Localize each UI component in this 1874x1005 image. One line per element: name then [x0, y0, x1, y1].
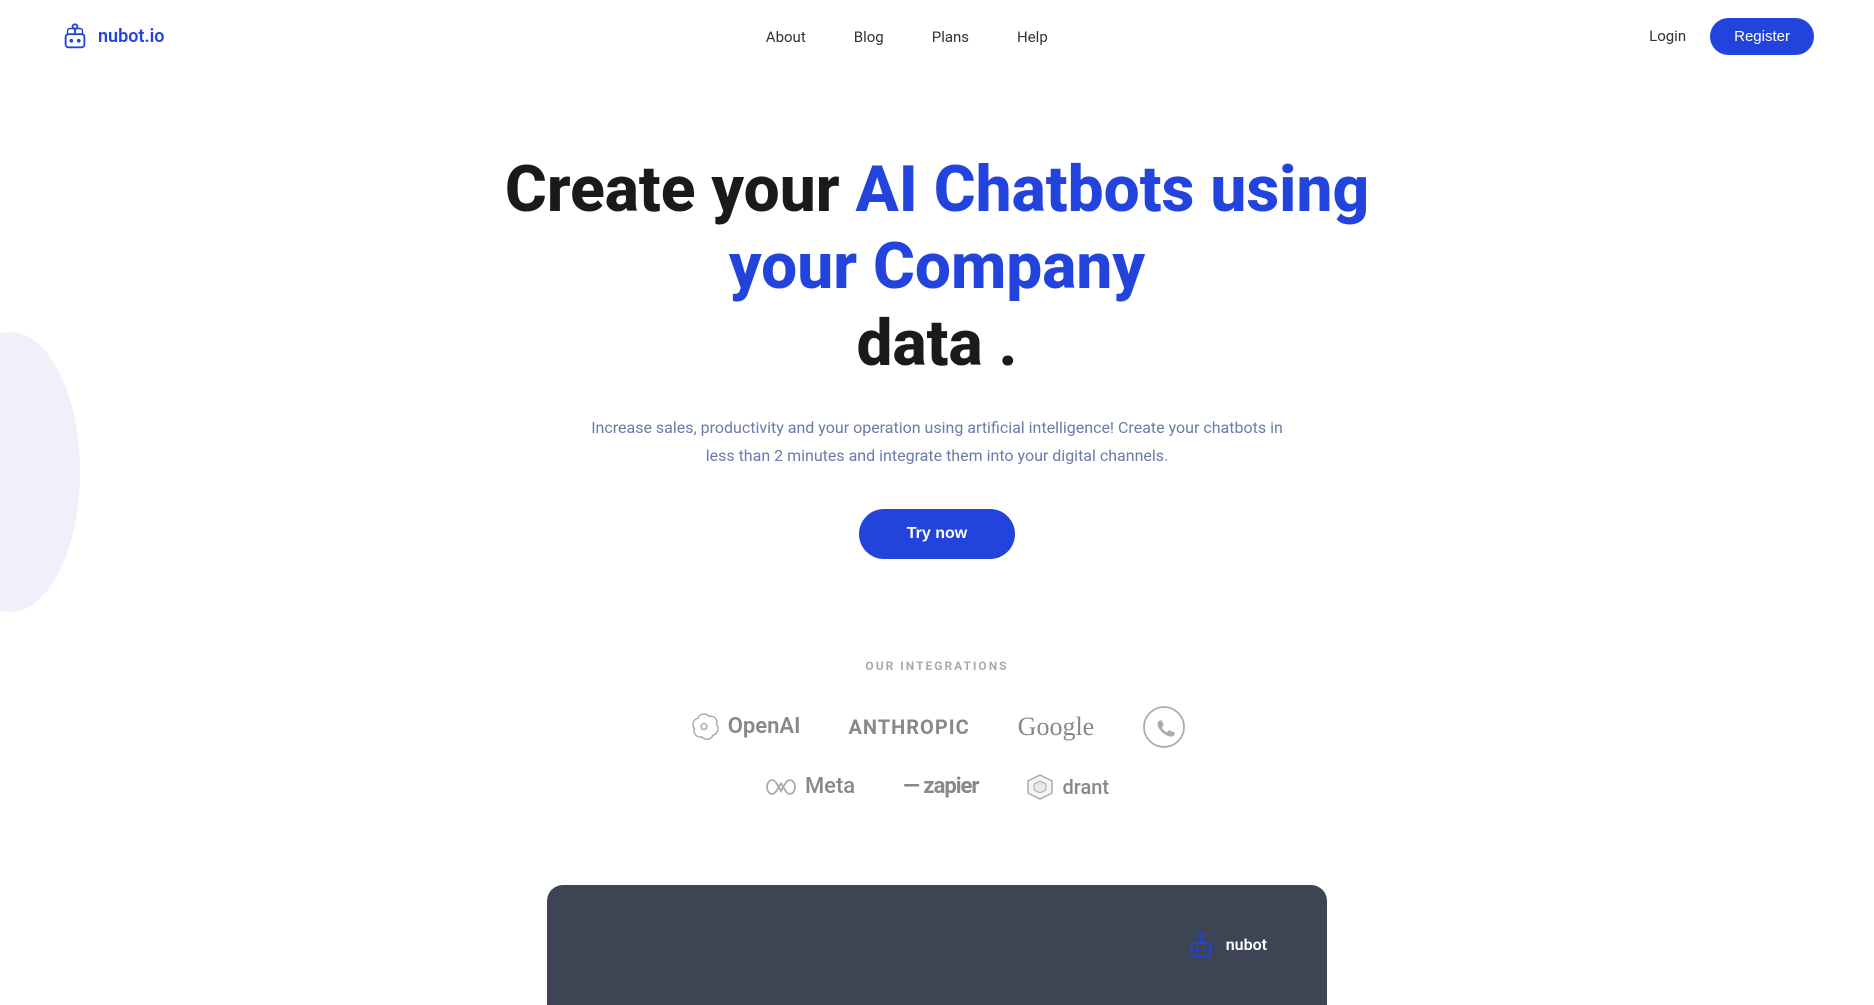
hero-subtitle: Increase sales, productivity and your op…	[587, 414, 1287, 468]
meta-icon	[765, 776, 797, 798]
hero-title-part1: Create your	[505, 152, 856, 227]
logo[interactable]: nubot.io	[60, 21, 164, 51]
preview-window: nubot	[547, 885, 1327, 1005]
anthropic-label: ANTHROPIC	[848, 715, 969, 739]
hero-title-period: .	[983, 306, 1018, 381]
openai-icon	[688, 711, 720, 743]
preview-logo-icon	[1186, 930, 1216, 960]
preview-logo-text: nubot	[1226, 935, 1267, 954]
openai-label: OpenAI	[728, 714, 801, 739]
logo-icon	[60, 21, 90, 51]
nav-about[interactable]: About	[766, 28, 806, 46]
register-button[interactable]: Register	[1710, 18, 1814, 55]
google-label: Google	[1018, 712, 1095, 742]
integration-meta: Meta	[765, 774, 855, 799]
integration-google: Google	[1018, 712, 1095, 742]
integration-openai: OpenAI	[688, 711, 801, 743]
nav-blog[interactable]: Blog	[854, 28, 884, 46]
integration-whatsapp	[1142, 705, 1186, 749]
zapier-label: — zapier	[903, 774, 978, 799]
nav-plans[interactable]: Plans	[932, 28, 969, 46]
integrations-label: OUR INTEGRATIONS	[20, 659, 1854, 673]
whatsapp-icon	[1142, 705, 1186, 749]
integrations-section: OUR INTEGRATIONS OpenAI ANTHROPIC Google	[0, 599, 1874, 845]
qdrant-icon	[1026, 773, 1054, 801]
nav-links: About Blog Plans Help	[766, 27, 1048, 46]
integrations-row-2: Meta — zapier drant	[20, 773, 1854, 801]
nav-right: Login Register	[1649, 18, 1814, 55]
integration-qdrant: drant	[1026, 773, 1109, 801]
try-now-button[interactable]: Try now	[859, 509, 1015, 559]
hero-section: Create your AI Chatbots using your Compa…	[0, 72, 1874, 599]
hero-title-part2: data	[857, 306, 983, 381]
nav-help[interactable]: Help	[1017, 28, 1048, 46]
qdrant-label: drant	[1062, 775, 1109, 799]
navigation: nubot.io About Blog Plans Help Login Reg…	[0, 0, 1874, 72]
meta-label: Meta	[805, 774, 855, 799]
integration-anthropic: ANTHROPIC	[848, 715, 969, 739]
hero-title: Create your AI Chatbots using your Compa…	[487, 152, 1387, 382]
brand-name: nubot.io	[98, 26, 164, 47]
bottom-preview-area: nubot	[0, 845, 1874, 1005]
login-link[interactable]: Login	[1649, 27, 1686, 45]
integration-zapier: — zapier	[903, 774, 978, 799]
integrations-row-1: OpenAI ANTHROPIC Google	[20, 705, 1854, 749]
